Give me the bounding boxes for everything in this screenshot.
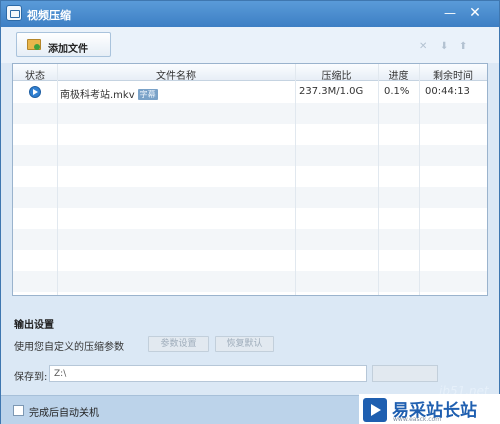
empty-row — [13, 229, 487, 250]
window-title: 视频压缩 — [27, 9, 71, 22]
output-settings-title: 输出设置 — [14, 320, 54, 331]
file-name: 南极科考站.mkv — [60, 90, 135, 101]
ratio-cell: 237.3M/1.0G — [299, 86, 364, 97]
column-header-status[interactable]: 状态 — [13, 67, 57, 82]
column-header-filename[interactable]: 文件名称 — [57, 67, 295, 82]
table-row[interactable]: 南极科考站.mkv 字幕 237.3M/1.0G 0.1% 00:44:13 — [13, 82, 487, 103]
subtitle-badge: 字幕 — [137, 89, 158, 100]
column-divider — [295, 64, 296, 295]
save-path-input[interactable] — [49, 365, 367, 382]
column-header-remaining[interactable]: 剩余时间 — [419, 67, 487, 82]
browse-button[interactable] — [372, 365, 438, 382]
close-icon[interactable]: ✕ — [467, 5, 483, 21]
watermark-logo: 易采站长站 www.easck.com — [359, 394, 500, 424]
remaining-time-cell: 00:44:13 — [425, 86, 470, 97]
empty-row — [13, 145, 487, 166]
empty-row — [13, 103, 487, 124]
column-divider — [57, 64, 58, 295]
empty-row — [13, 250, 487, 271]
minimize-icon[interactable]: — — [442, 5, 458, 21]
watermark-url: www.easck.com — [393, 416, 442, 423]
watermark-logo-icon — [363, 398, 387, 422]
auto-shutdown-checkbox[interactable] — [13, 405, 24, 416]
toolbar: 添加文件 ✕ ⬇ ⬆ — [1, 27, 499, 63]
auto-shutdown-label[interactable]: 完成后自动关机 — [29, 404, 99, 419]
empty-row — [13, 271, 487, 292]
column-header-ratio[interactable]: 压缩比 — [295, 67, 378, 82]
output-settings-description: 使用您自定义的压缩参数 — [14, 342, 124, 353]
empty-row — [13, 208, 487, 229]
empty-row — [13, 124, 487, 145]
video-compress-window: 视频压缩 — ✕ 添加文件 ✕ ⬇ ⬆ 状态 文件名称 压缩比 进度 剩余时间 — [0, 0, 500, 424]
file-table: 状态 文件名称 压缩比 进度 剩余时间 南极科考站.mkv 字幕 237.3M/1… — [12, 63, 488, 296]
app-icon — [6, 5, 22, 21]
move-up-icon[interactable]: ⬆ — [459, 41, 467, 52]
params-settings-button[interactable]: 参数设置 — [148, 336, 209, 352]
restore-default-button[interactable]: 恢复默认 — [215, 336, 274, 352]
column-divider — [378, 64, 379, 295]
delete-icon[interactable]: ✕ — [419, 41, 427, 52]
empty-row — [13, 166, 487, 187]
progress-cell: 0.1% — [384, 86, 410, 97]
save-to-label: 保存到: — [14, 372, 48, 383]
move-down-icon[interactable]: ⬇ — [440, 41, 448, 52]
titlebar: 视频压缩 — ✕ — [1, 1, 499, 27]
table-header: 状态 文件名称 压缩比 进度 剩余时间 — [13, 64, 487, 82]
empty-row — [13, 187, 487, 208]
column-header-progress[interactable]: 进度 — [378, 67, 419, 82]
add-file-label: 添加文件 — [48, 44, 88, 55]
file-name-cell: 南极科考站.mkv 字幕 — [60, 86, 158, 101]
add-file-button[interactable]: 添加文件 — [16, 32, 111, 57]
folder-add-icon — [27, 39, 41, 50]
play-icon — [29, 86, 41, 98]
column-divider — [419, 64, 420, 295]
